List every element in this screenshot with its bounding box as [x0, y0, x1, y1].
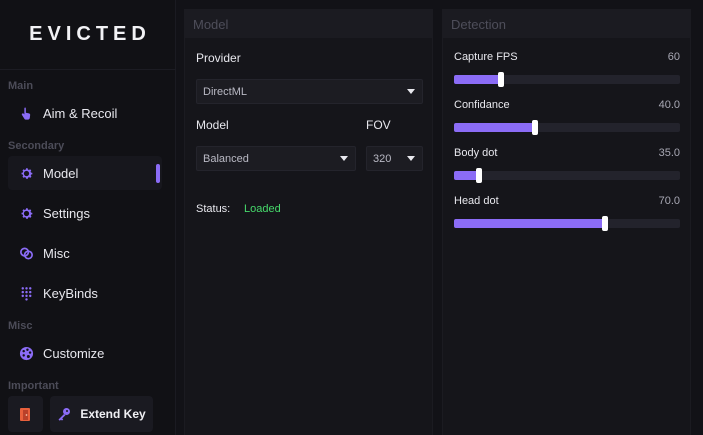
slider-value: 70.0	[658, 195, 680, 207]
slider-value: 35.0	[658, 147, 680, 159]
sidebar-item-label: Settings	[43, 205, 90, 221]
slider-label: Body dot	[454, 147, 498, 159]
slider-fill	[454, 75, 502, 84]
sidebar-item-customize[interactable]: Customize	[8, 336, 162, 370]
sidebar-item-misc[interactable]: Misc	[8, 236, 162, 270]
slider-label: Confidance	[454, 99, 510, 111]
slider-thumb[interactable]	[498, 72, 505, 87]
hand-pointer-icon	[18, 105, 34, 121]
section-label-main: Main	[8, 80, 34, 92]
model-select-value: Balanced	[203, 152, 249, 165]
extend-key-button[interactable]: Extend Key	[50, 396, 153, 432]
exit-button[interactable]	[8, 396, 43, 432]
slider-thumb[interactable]	[475, 168, 482, 183]
caret-down-icon	[407, 89, 415, 94]
slider-value: 40.0	[658, 99, 680, 111]
model-select[interactable]: Balanced	[196, 146, 356, 171]
sidebar-item-label: Aim & Recoil	[43, 105, 118, 121]
link-icon	[18, 245, 34, 261]
section-label-secondary: Secondary	[8, 140, 65, 152]
slider-thumb[interactable]	[532, 120, 539, 135]
sidebar-item-keybinds[interactable]: KeyBinds	[8, 276, 162, 310]
gear-icon	[18, 165, 34, 181]
sidebar-item-label: Model	[43, 165, 79, 181]
model-label: Model	[196, 118, 229, 132]
provider-label: Provider	[196, 51, 241, 65]
keypad-icon	[18, 285, 34, 301]
model-panel: Model Provider DirectML Model FOV Balanc…	[184, 9, 433, 435]
slider-value: 60	[667, 51, 680, 63]
brand-logo: EVICTED	[0, 0, 176, 70]
sidebar-item-label: Customize	[43, 345, 105, 361]
slider-track[interactable]	[454, 216, 680, 231]
slider-fill	[454, 123, 536, 132]
door-exit-icon	[19, 407, 33, 422]
sidebar-item-model[interactable]: Model	[8, 156, 162, 190]
sidebar-item-settings[interactable]: Settings	[8, 196, 162, 230]
app-window: EVICTED Main Aim & Recoil Secondary Mode…	[0, 0, 703, 435]
slider-label: Capture FPS	[454, 51, 518, 63]
slider-track[interactable]	[454, 72, 680, 87]
active-indicator	[156, 164, 160, 183]
sidebar-item-label: KeyBinds	[43, 285, 98, 301]
status-value: Loaded	[244, 203, 281, 215]
slider-track[interactable]	[454, 120, 680, 135]
fov-select-value: 320	[373, 152, 392, 165]
detection-panel: Detection Capture FPS 60 Confidance 40.0…	[442, 9, 691, 435]
fov-select[interactable]: 320	[366, 146, 423, 171]
slider-track[interactable]	[454, 168, 680, 183]
section-label-important: Important	[8, 380, 59, 392]
extend-key-label: Extend Key	[80, 407, 146, 421]
section-label-misc: Misc	[8, 320, 33, 332]
palette-icon	[18, 345, 34, 361]
provider-select-value: DirectML	[203, 85, 248, 98]
sidebar-item-aim-recoil[interactable]: Aim & Recoil	[8, 96, 162, 130]
model-panel-title: Model	[185, 10, 432, 38]
slider-label: Head dot	[454, 195, 499, 207]
status-label: Status:	[196, 203, 231, 215]
sidebar: EVICTED Main Aim & Recoil Secondary Mode…	[0, 0, 176, 435]
gear-icon	[18, 205, 34, 221]
slider-fill	[454, 219, 606, 228]
slider-thumb[interactable]	[602, 216, 609, 231]
provider-select[interactable]: DirectML	[196, 79, 423, 104]
caret-down-icon	[407, 156, 415, 161]
sidebar-item-label: Misc	[43, 245, 70, 261]
fov-label: FOV	[366, 118, 391, 132]
caret-down-icon	[340, 156, 348, 161]
detection-panel-title: Detection	[443, 10, 690, 38]
key-icon	[57, 407, 71, 421]
